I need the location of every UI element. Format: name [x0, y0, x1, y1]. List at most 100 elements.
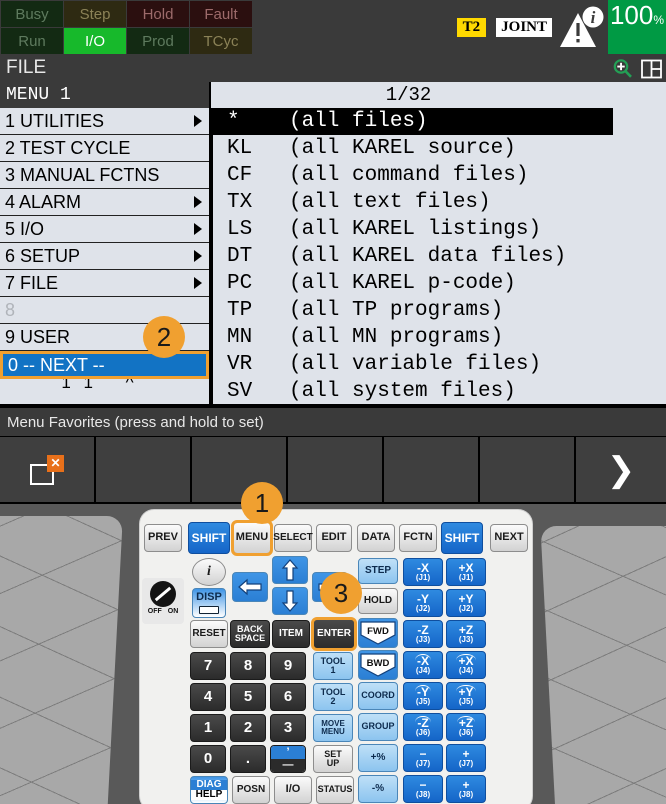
jog-positive-j4[interactable]: +X (J4) [446, 651, 486, 679]
next-key[interactable]: NEXT [490, 524, 528, 552]
numeric-key-6[interactable]: 6 [270, 683, 306, 711]
item-key[interactable]: ITEM [272, 620, 310, 648]
jog-negative-j4[interactable]: -X (J4) [403, 651, 443, 679]
tool-2-key[interactable]: TOOL 2 [313, 683, 353, 711]
prev-key[interactable]: PREV [144, 524, 182, 552]
favorite-slot-2[interactable] [96, 437, 190, 502]
bwd-key[interactable]: BWD [358, 650, 398, 680]
jog-positive-j3[interactable]: +Z (J3) [446, 620, 486, 648]
jog-negative-j7[interactable]: − (J7) [403, 744, 443, 772]
numeric-key-4[interactable]: 4 [190, 683, 226, 711]
arrow-down-key[interactable] [272, 587, 308, 615]
menu-key[interactable]: MENU [231, 520, 273, 556]
select-key[interactable]: SELECT [273, 524, 313, 552]
data-key[interactable]: DATA [357, 524, 395, 552]
zoom-in-icon[interactable] [612, 58, 633, 84]
quote-minus-key[interactable]: ’ — [270, 745, 306, 773]
numeric-key-7[interactable]: 7 [190, 652, 226, 680]
jog-positive-j8[interactable]: + (J8) [446, 775, 486, 803]
sidebar-item-utilities[interactable]: 1 UTILITIES [0, 108, 209, 135]
sidebar-item-label: 9 USER [5, 326, 71, 347]
info-key[interactable]: i [192, 558, 226, 586]
table-row[interactable]: PC (all KAREL p-code) [213, 270, 666, 297]
jog-negative-j5[interactable]: -Y (J5) [403, 682, 443, 710]
split-screen-icon[interactable] [641, 59, 662, 84]
diag-help-key[interactable]: DIAG HELP [190, 776, 228, 804]
power-switch[interactable]: OFF ON [142, 578, 184, 624]
jog-negative-j8[interactable]: − (J8) [403, 775, 443, 803]
fctn-key[interactable]: FCTN [399, 524, 437, 552]
table-row[interactable]: CF (all command files) [213, 162, 666, 189]
favorite-slot-4[interactable] [288, 437, 382, 502]
numeric-key-1[interactable]: 1 [190, 714, 226, 742]
sidebar-item-test-cycle[interactable]: 2 TEST CYCLE [0, 135, 209, 162]
enter-key[interactable]: ENTER [311, 617, 357, 651]
jog-positive-j7[interactable]: + (J7) [446, 744, 486, 772]
table-row[interactable]: SV (all system files) [213, 378, 666, 405]
decimal-point-key[interactable]: . [230, 745, 266, 773]
callout-badge-3: 3 [320, 572, 362, 614]
jog-positive-j5[interactable]: +Y (J5) [446, 682, 486, 710]
move-menu-key[interactable]: MOVE MENU [313, 714, 353, 742]
jog-negative-j1[interactable]: -X (J1) [403, 558, 443, 586]
step-key[interactable]: STEP [358, 558, 398, 584]
disp-key[interactable]: DISP [192, 588, 226, 618]
chevron-right-icon [194, 250, 202, 262]
sidebar-item-file[interactable]: 7 FILE [0, 270, 209, 297]
table-row[interactable]: KL (all KAREL source) [213, 135, 666, 162]
posn-key[interactable]: POSN [232, 776, 270, 804]
numeric-key-5[interactable]: 5 [230, 683, 266, 711]
numeric-key-2[interactable]: 2 [230, 714, 266, 742]
warning-triangle-info-icon[interactable]: i [558, 5, 606, 49]
jog-negative-j6[interactable]: -Z (J6) [403, 713, 443, 741]
numeric-key-8[interactable]: 8 [230, 652, 266, 680]
jog-positive-j1[interactable]: +X (J1) [446, 558, 486, 586]
hold-key[interactable]: HOLD [358, 588, 398, 614]
jog-negative-j2[interactable]: -Y (J2) [403, 589, 443, 617]
file-desc: (all text files) [289, 191, 491, 214]
table-row[interactable]: MN (all MN programs) [213, 324, 666, 351]
edit-key[interactable]: EDIT [316, 524, 352, 552]
table-row[interactable]: TX (all text files) [213, 189, 666, 216]
table-row[interactable]: DT (all KAREL data files) [213, 243, 666, 270]
set-up-key[interactable]: SET UP [313, 745, 353, 773]
table-row[interactable]: VR (all variable files) [213, 351, 666, 378]
shift-left-key[interactable]: SHIFT [188, 522, 230, 554]
favorite-slot-1[interactable]: ✕ [0, 437, 94, 502]
group-key[interactable]: GROUP [358, 713, 398, 741]
coord-key[interactable]: COORD [358, 682, 398, 710]
numeric-key-0[interactable]: 0 [190, 745, 226, 773]
speed-down-key[interactable]: -% [358, 775, 398, 803]
backspace-key[interactable]: BACK SPACE [230, 620, 270, 648]
arrow-up-key[interactable] [272, 556, 308, 584]
file-desc: (all variable files) [289, 353, 542, 376]
jog-positive-j2[interactable]: +Y (J2) [446, 589, 486, 617]
status-indicator-grid: Busy Step Hold Fault Run I/O Prod TCyc [1, 1, 252, 54]
tool-1-key[interactable]: TOOL 1 [313, 652, 353, 680]
shift-right-key[interactable]: SHIFT [441, 522, 483, 554]
favorite-slot-5[interactable] [384, 437, 478, 502]
sidebar-item-manual-fctns[interactable]: 3 MANUAL FCTNS [0, 162, 209, 189]
sidebar-item-next[interactable]: 0 -- NEXT -- [0, 351, 209, 379]
sidebar-item-setup[interactable]: 6 SETUP [0, 243, 209, 270]
table-row[interactable]: * (all files) [213, 108, 613, 135]
fwd-key[interactable]: FWD [358, 618, 398, 648]
table-row[interactable]: LS (all KAREL listings) [213, 216, 666, 243]
numeric-key-3[interactable]: 3 [270, 714, 306, 742]
file-desc: (all files) [289, 110, 428, 133]
sidebar-item-8-empty[interactable]: 8 [0, 297, 209, 324]
speed-up-key[interactable]: +% [358, 744, 398, 772]
sidebar-item-io[interactable]: 5 I/O [0, 216, 209, 243]
file-code: TP [227, 299, 253, 322]
arrow-left-key[interactable] [232, 572, 268, 602]
jog-negative-j3[interactable]: -Z (J3) [403, 620, 443, 648]
favorites-next-page-button[interactable]: ❯ [576, 437, 666, 502]
favorite-slot-6[interactable] [480, 437, 574, 502]
sidebar-item-alarm[interactable]: 4 ALARM [0, 189, 209, 216]
reset-key[interactable]: RESET [190, 620, 228, 648]
status-key[interactable]: STATUS [316, 776, 354, 804]
numeric-key-9[interactable]: 9 [270, 652, 306, 680]
jog-positive-j6[interactable]: +Z (J6) [446, 713, 486, 741]
io-key[interactable]: I/O [274, 776, 312, 804]
table-row[interactable]: TP (all TP programs) [213, 297, 666, 324]
